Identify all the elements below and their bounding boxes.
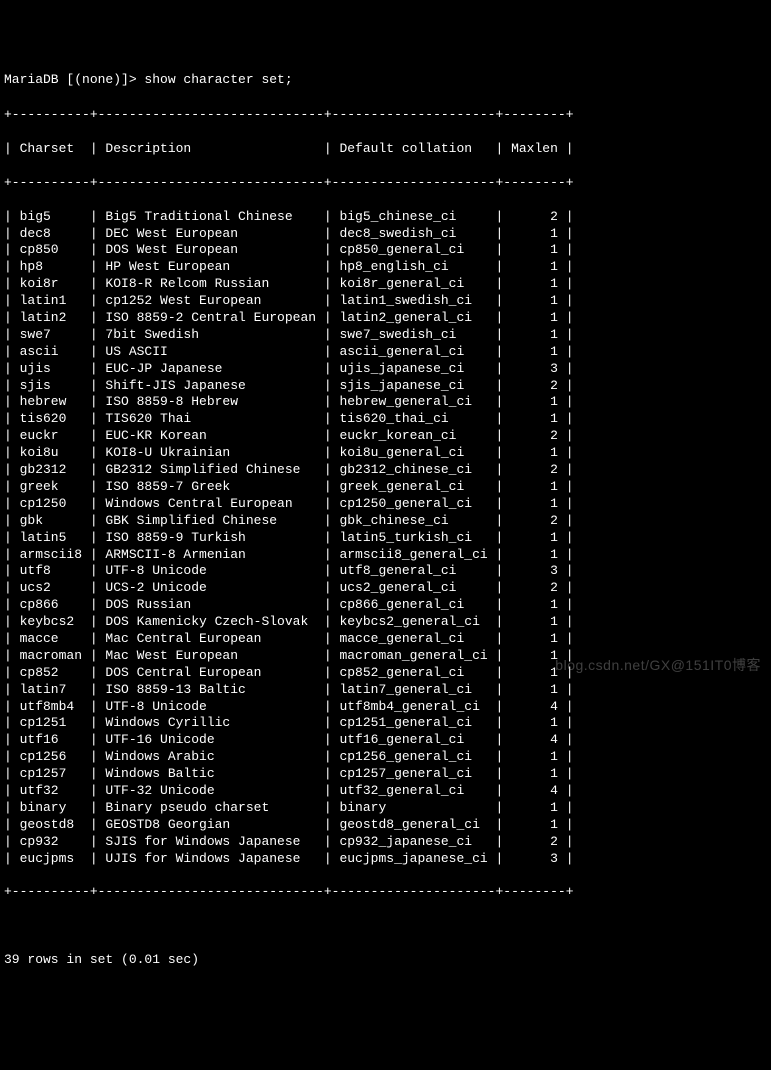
table-row: | macce | Mac Central European | macce_g… — [4, 631, 767, 648]
table-row: | tis620 | TIS620 Thai | tis620_thai_ci … — [4, 411, 767, 428]
sql-prompt[interactable]: MariaDB [(none)]> show character set; — [4, 72, 767, 89]
table-row: | binary | Binary pseudo charset | binar… — [4, 800, 767, 817]
table-divider-bottom: +----------+----------------------------… — [4, 884, 767, 901]
table-row: | swe7 | 7bit Swedish | swe7_swedish_ci … — [4, 327, 767, 344]
table-body: | big5 | Big5 Traditional Chinese | big5… — [4, 209, 767, 868]
table-row: | utf32 | UTF-32 Unicode | utf32_general… — [4, 783, 767, 800]
table-row: | keybcs2 | DOS Kamenicky Czech-Slovak |… — [4, 614, 767, 631]
table-row: | hp8 | HP West European | hp8_english_c… — [4, 259, 767, 276]
table-row: | gbk | GBK Simplified Chinese | gbk_chi… — [4, 513, 767, 530]
table-row: | cp1257 | Windows Baltic | cp1257_gener… — [4, 766, 767, 783]
table-row: | cp1256 | Windows Arabic | cp1256_gener… — [4, 749, 767, 766]
table-row: | cp1250 | Windows Central European | cp… — [4, 496, 767, 513]
table-row: | latin5 | ISO 8859-9 Turkish | latin5_t… — [4, 530, 767, 547]
table-row: | ujis | EUC-JP Japanese | ujis_japanese… — [4, 361, 767, 378]
table-row: | euckr | EUC-KR Korean | euckr_korean_c… — [4, 428, 767, 445]
table-row: | cp866 | DOS Russian | cp866_general_ci… — [4, 597, 767, 614]
table-row: | ascii | US ASCII | ascii_general_ci | … — [4, 344, 767, 361]
table-row: | ucs2 | UCS-2 Unicode | ucs2_general_ci… — [4, 580, 767, 597]
table-row: | cp932 | SJIS for Windows Japanese | cp… — [4, 834, 767, 851]
table-divider-mid: +----------+----------------------------… — [4, 175, 767, 192]
table-row: | latin7 | ISO 8859-13 Baltic | latin7_g… — [4, 682, 767, 699]
table-row: | utf8mb4 | UTF-8 Unicode | utf8mb4_gene… — [4, 699, 767, 716]
table-divider-top: +----------+----------------------------… — [4, 107, 767, 124]
table-row: | cp850 | DOS West European | cp850_gene… — [4, 242, 767, 259]
table-row: | latin2 | ISO 8859-2 Central European |… — [4, 310, 767, 327]
table-row: | utf8 | UTF-8 Unicode | utf8_general_ci… — [4, 563, 767, 580]
table-row: | latin1 | cp1252 West European | latin1… — [4, 293, 767, 310]
table-row: | dec8 | DEC West European | dec8_swedis… — [4, 226, 767, 243]
table-row: | cp1251 | Windows Cyrillic | cp1251_gen… — [4, 715, 767, 732]
table-row: | geostd8 | GEOSTD8 Georgian | geostd8_g… — [4, 817, 767, 834]
table-row: | big5 | Big5 Traditional Chinese | big5… — [4, 209, 767, 226]
result-footer-blank — [4, 918, 767, 935]
watermark: blog.csdn.net/GX@151IT0博客 — [555, 656, 761, 674]
table-row: | koi8u | KOI8-U Ukrainian | koi8u_gener… — [4, 445, 767, 462]
table-row: | utf16 | UTF-16 Unicode | utf16_general… — [4, 732, 767, 749]
table-row: | sjis | Shift-JIS Japanese | sjis_japan… — [4, 378, 767, 395]
table-row: | koi8r | KOI8-R Relcom Russian | koi8r_… — [4, 276, 767, 293]
table-row: | gb2312 | GB2312 Simplified Chinese | g… — [4, 462, 767, 479]
table-header: | Charset | Description | Default collat… — [4, 141, 767, 158]
table-row: | armscii8 | ARMSCII-8 Armenian | armsci… — [4, 547, 767, 564]
table-row: | hebrew | ISO 8859-8 Hebrew | hebrew_ge… — [4, 394, 767, 411]
table-row: | greek | ISO 8859-7 Greek | greek_gener… — [4, 479, 767, 496]
table-row: | eucjpms | UJIS for Windows Japanese | … — [4, 851, 767, 868]
result-footer: 39 rows in set (0.01 sec) — [4, 952, 767, 969]
